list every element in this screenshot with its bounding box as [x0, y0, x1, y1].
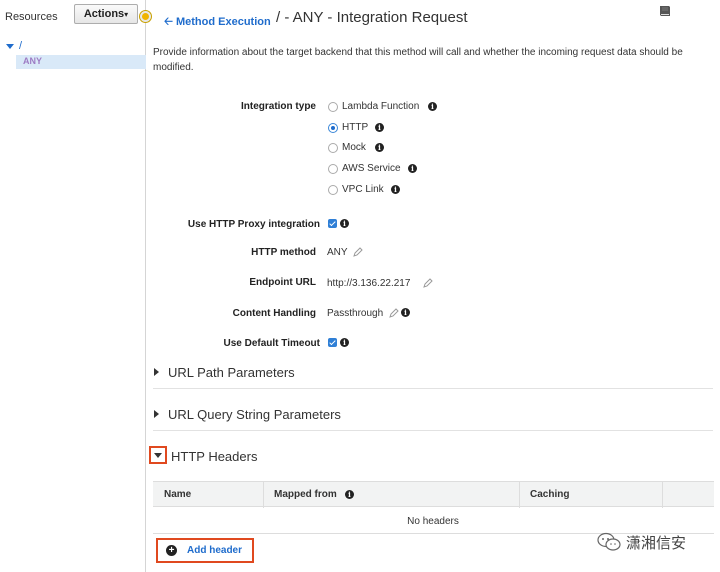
radio-vpc-link-label: VPC Link [342, 184, 384, 195]
expand-right-icon[interactable] [154, 410, 159, 418]
book-icon[interactable] [658, 5, 672, 17]
info-icon[interactable]: i [375, 143, 384, 152]
info-icon[interactable]: i [340, 338, 349, 347]
watermark-text: 潇湘信安 [626, 534, 687, 552]
no-headers-message: No headers [407, 516, 459, 527]
info-icon[interactable]: i [391, 185, 400, 194]
actions-button[interactable]: Actions▾ [74, 4, 138, 24]
actions-label: Actions [83, 8, 125, 20]
arrow-left-icon: 🡠 [164, 16, 173, 28]
section-url-path-parameters[interactable]: URL Path Parameters [168, 365, 295, 380]
http-method-label: HTTP method [251, 247, 316, 258]
tree-root-label: / [19, 40, 23, 52]
add-header-button[interactable]: + Add header [156, 538, 254, 563]
endpoint-url-value: http://3.136.22.217 [327, 278, 411, 289]
headers-table-header: Name Mapped from i Caching [153, 481, 714, 508]
section-divider [153, 430, 713, 431]
watermark: 潇湘信安 [590, 530, 716, 554]
method-execution-link[interactable]: 🡠 Method Execution [164, 13, 271, 32]
radio-http[interactable] [328, 123, 338, 133]
radio-aws-service[interactable] [328, 164, 338, 174]
section-url-query-string-parameters[interactable]: URL Query String Parameters [168, 407, 341, 422]
wechat-logo-icon [597, 532, 621, 551]
pencil-icon[interactable] [353, 247, 363, 257]
tree-item-any[interactable]: ANY [16, 55, 146, 69]
section-divider [153, 388, 713, 389]
http-method-value: ANY [327, 247, 348, 258]
radio-lambda-function-label: Lambda Function [342, 101, 420, 112]
endpoint-url-label: Endpoint URL [249, 277, 316, 288]
resources-sidebar: Resources Actions▾ / ANY [0, 0, 146, 572]
expand-right-icon[interactable] [154, 368, 159, 376]
info-icon[interactable]: i [345, 490, 354, 499]
column-divider [662, 482, 663, 508]
info-icon[interactable]: i [408, 164, 417, 173]
tree-item-root[interactable]: / [6, 40, 22, 52]
proxy-integration-checkbox[interactable] [328, 219, 337, 228]
integration-type-label: Integration type [240, 101, 316, 112]
column-mapped-from[interactable]: Mapped from [274, 489, 337, 500]
collapse-down-icon[interactable] [149, 446, 167, 464]
integration-request-panel: 🡠 Method Execution / - ANY - Integration… [146, 0, 720, 572]
column-divider [519, 482, 520, 508]
tree-expand-icon[interactable] [6, 43, 14, 49]
column-name[interactable]: Name [164, 489, 191, 500]
add-header-label: Add header [187, 545, 243, 556]
info-icon[interactable]: i [375, 123, 384, 132]
radio-vpc-link[interactable] [328, 185, 338, 195]
radio-mock-label: Mock [342, 142, 366, 153]
radio-mock[interactable] [328, 143, 338, 153]
radio-aws-service-label: AWS Service [342, 163, 401, 174]
tree-item-any-label: ANY [23, 56, 43, 66]
content-handling-label: Content Handling [232, 308, 316, 319]
sidebar-title: Resources [5, 11, 58, 23]
pencil-icon[interactable] [389, 308, 399, 318]
pencil-icon[interactable] [423, 278, 433, 288]
plus-circle-icon: + [166, 545, 177, 556]
section-http-headers[interactable]: HTTP Headers [171, 449, 257, 464]
default-timeout-label: Use Default Timeout [223, 338, 321, 349]
radio-lambda-function[interactable] [328, 102, 338, 112]
info-icon[interactable]: i [340, 219, 349, 228]
proxy-integration-label: Use HTTP Proxy integration [187, 219, 320, 230]
info-icon[interactable]: i [401, 308, 410, 317]
caret-down-icon: ▾ [124, 10, 129, 19]
content-handling-value: Passthrough [327, 308, 384, 319]
default-timeout-checkbox[interactable] [328, 338, 337, 347]
page-title: / - ANY - Integration Request [276, 9, 468, 26]
sidebar-header: Resources Actions▾ [0, 0, 145, 32]
method-execution-label: Method Execution [175, 16, 271, 28]
radio-http-label: HTTP [342, 122, 369, 133]
column-caching[interactable]: Caching [530, 489, 569, 500]
page-description: Provide information about the target bac… [153, 47, 683, 73]
column-divider [263, 482, 264, 508]
info-icon[interactable]: i [428, 102, 437, 111]
